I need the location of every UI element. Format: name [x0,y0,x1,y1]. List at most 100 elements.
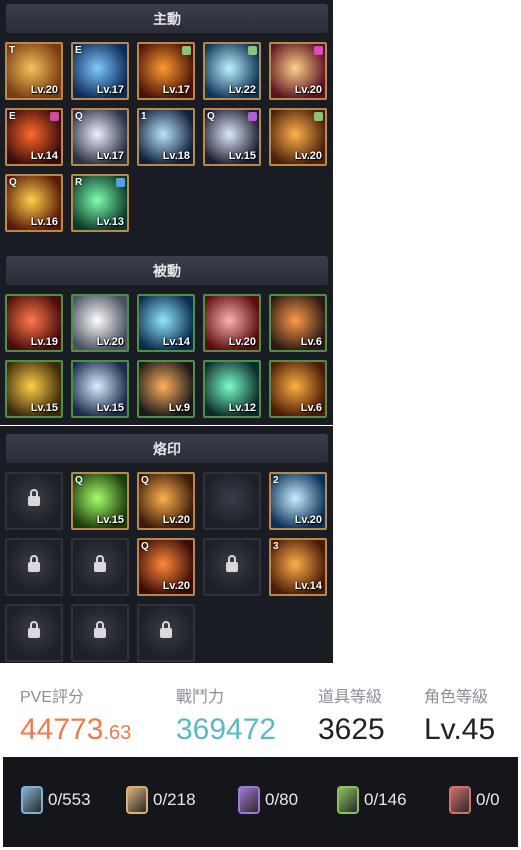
active-skill-slot[interactable]: E Lv.14 [5,108,63,166]
engraving-slot[interactable]: Q Lv.20 [137,472,195,530]
pve-score-decimal: .63 [103,722,132,744]
pve-score-main: 44773 [20,713,104,746]
character-stats: PVE評分 44773.63 戰鬥力 369472 道具等級 3625 角色等級… [0,665,521,755]
card-icon [126,786,148,814]
lock-icon [28,621,40,638]
engraving-slot[interactable] [71,538,129,596]
active-skill-slot[interactable]: Lv.20 [269,42,327,100]
active-skill-slot[interactable]: R Lv.13 [71,174,129,232]
skill-level: Lv.14 [30,150,58,162]
hotkey-label: Q [75,111,83,122]
active-skill-slot[interactable]: E Lv.17 [71,42,129,100]
lock-icon [28,489,40,506]
passive-skill-slot[interactable]: Lv.19 [5,294,63,352]
lock-icon [94,621,106,638]
passive-skill-slot[interactable]: Lv.12 [203,360,261,418]
rune-gem-icon [314,46,323,55]
active-skill-slot[interactable]: Q Lv.15 [203,108,261,166]
character-level-label: 角色等級 [424,689,489,706]
skill-level: Lv.14 [162,336,190,348]
passive-skill-slot[interactable]: Lv.6 [269,294,327,352]
hotkey-label: R [75,177,83,188]
combat-power-label: 戰鬥力 [176,689,225,706]
passive-skill-slot[interactable]: Lv.15 [71,360,129,418]
engraving-slot[interactable] [5,538,63,596]
skill-level: Lv.16 [30,216,58,228]
engraving-slot[interactable]: 2 Lv.20 [269,472,327,530]
skill-level: Lv.15 [30,402,58,414]
skill-level: Lv.20 [96,336,124,348]
lock-icon [28,555,40,572]
skill-level: Lv.20 [294,150,322,162]
engraving-slot[interactable] [5,604,63,662]
active-skill-slot[interactable]: Lv.20 [269,108,327,166]
engraving-slot[interactable] [5,472,63,530]
card-count: 0/553 [48,790,91,809]
active-skill-slot[interactable]: Q Lv.17 [71,108,129,166]
hotkey-label: Q [141,475,149,486]
card-icon [238,786,260,814]
active-skill-slot[interactable]: Lv.22 [203,42,261,100]
active-skill-slot[interactable]: 1 Lv.18 [137,108,195,166]
pve-score: PVE評分 44773.63 [20,683,131,747]
hotkey-label: 3 [273,541,279,552]
hotkey-label: E [75,45,82,56]
active-skill-slot[interactable]: Lv.17 [137,42,195,100]
passive-skill-slot[interactable]: Lv.20 [71,294,129,352]
rune-gem-icon [248,112,257,121]
engraving-slot[interactable] [203,472,261,530]
lock-icon [94,555,106,572]
engraving-slot[interactable] [203,538,261,596]
item-level-value: 3625 [318,713,385,746]
hotkey-label: Q [9,177,17,188]
passive-skill-slot[interactable]: Lv.14 [137,294,195,352]
section-header-passive: 被動 [6,256,328,285]
card-collection-bar: 0/553 0/218 0/80 0/146 0/0 [3,757,518,847]
skill-level: Lv.17 [96,84,124,96]
hotkey-label: E [9,111,16,122]
card-set-item[interactable]: 0/218 [126,786,196,814]
card-set-item[interactable]: 0/80 [238,786,298,814]
rune-gem-icon [314,112,323,121]
skill-level: Lv.9 [168,402,190,414]
skill-level: Lv.15 [96,514,124,526]
engraving-slot[interactable]: Q Lv.20 [137,538,195,596]
active-skill-slot[interactable]: Q Lv.16 [5,174,63,232]
hotkey-label: 2 [273,475,279,486]
passive-skill-slot[interactable]: Lv.15 [5,360,63,418]
character-level-value: Lv.45 [424,713,496,746]
card-count: 0/146 [364,790,407,809]
card-icon [21,786,43,814]
skill-level: Lv.15 [96,402,124,414]
passive-skill-slot[interactable]: Lv.20 [203,294,261,352]
skill-level: Lv.20 [228,336,256,348]
rune-gem-icon [182,46,191,55]
card-icon [337,786,359,814]
engraving-slot[interactable]: 3 Lv.14 [269,538,327,596]
section-header-engraving: 烙印 [6,434,328,463]
card-set-item[interactable]: 0/0 [449,786,500,814]
skill-level: Lv.17 [162,84,190,96]
rune-gem-icon [50,112,59,121]
passive-skill-slot[interactable]: Lv.6 [269,360,327,418]
skill-level: Lv.12 [228,402,256,414]
rune-gem-icon [248,46,257,55]
hotkey-label: 1 [141,111,147,122]
combat-power-value: 369472 [176,713,277,746]
engraving-slot[interactable] [71,604,129,662]
passive-skill-slot[interactable]: Lv.9 [137,360,195,418]
engraving-slot[interactable]: Q Lv.15 [71,472,129,530]
skill-level: Lv.20 [30,84,58,96]
item-level-label: 道具等級 [318,689,383,706]
hotkey-label: T [9,45,16,56]
card-set-item[interactable]: 0/553 [21,786,91,814]
hotkey-label: Q [141,541,149,552]
combat-power: 戰鬥力 369472 [176,683,276,747]
hotkey-label: Q [75,475,83,486]
lock-icon [160,621,172,638]
skill-level: Lv.6 [300,402,322,414]
card-count: 0/80 [265,790,299,809]
engraving-slot[interactable] [137,604,195,662]
card-set-item[interactable]: 0/146 [337,786,407,814]
active-skill-slot[interactable]: T Lv.20 [5,42,63,100]
